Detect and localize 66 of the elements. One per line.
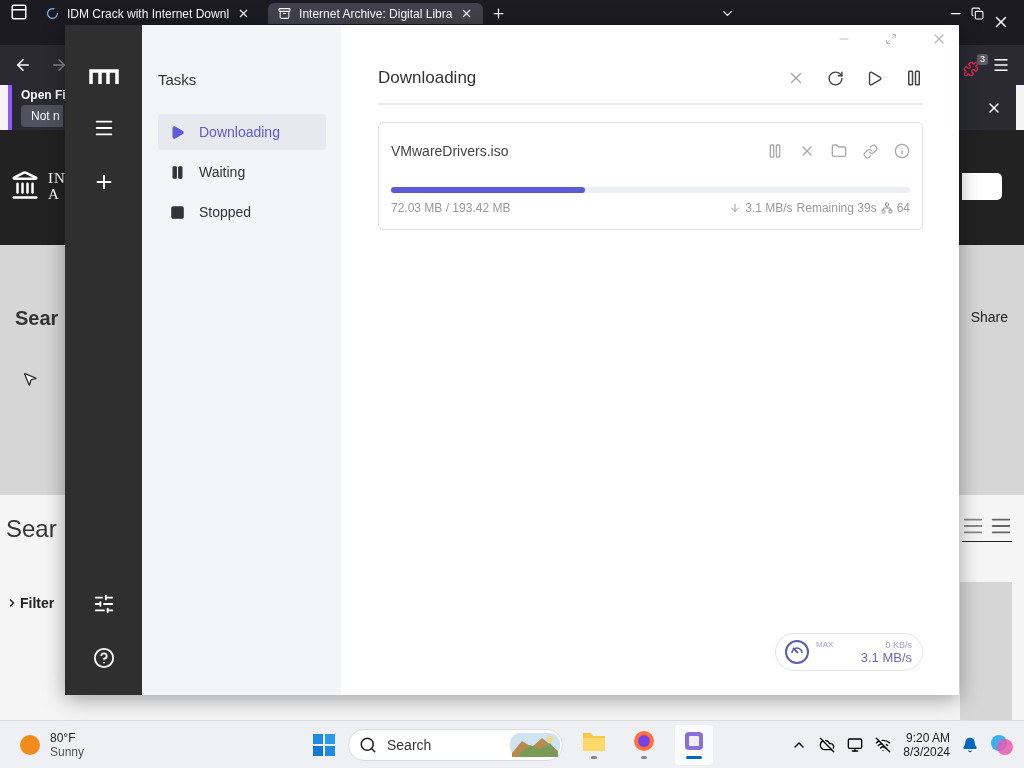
pause-icon[interactable]: [905, 69, 923, 87]
connections-count: 64: [896, 201, 910, 215]
app-logo-icon: [88, 69, 119, 85]
speed-limit-label: MAX: [816, 640, 835, 649]
app-icon: [683, 730, 705, 752]
puzzle-icon[interactable]: [963, 60, 979, 77]
share-link[interactable]: Share: [970, 309, 1008, 325]
taskbar-app[interactable]: [675, 724, 713, 765]
download-speed: 3.1 MB/s: [860, 649, 912, 665]
square-icon: [170, 204, 185, 220]
globe-icon: [633, 730, 655, 752]
results-heading: Sear: [6, 515, 57, 543]
site-logo-text: A: [48, 186, 60, 202]
sidebar-title: Tasks: [158, 71, 198, 88]
wifi-off-icon[interactable]: [875, 736, 892, 753]
filters-toggle[interactable]: Filter: [6, 595, 55, 611]
menu-icon[interactable]: [992, 56, 1010, 74]
archive-icon: [278, 7, 292, 20]
notification-title: Open Fi: [21, 88, 66, 102]
tab-list-icon[interactable]: [10, 3, 28, 21]
section-heading: Sear: [15, 307, 59, 330]
play-icon: [170, 124, 185, 140]
back-icon[interactable]: [14, 56, 32, 74]
speed-text: 3.1 MB/s: [745, 201, 793, 215]
remaining-text: Remaining 39s: [796, 201, 877, 215]
download-arrow-icon: [729, 202, 742, 214]
help-icon[interactable]: [92, 647, 115, 669]
sidebar-item[interactable]: Waiting: [158, 154, 326, 190]
count-badge: 3: [977, 53, 988, 65]
play-icon[interactable]: [866, 69, 883, 87]
upload-speed: 0 KB/s: [885, 639, 912, 650]
browser-tab[interactable]: Internet Archive: Digital Libra: [268, 3, 484, 24]
search-icon: [359, 735, 377, 754]
archive-logo-icon: [10, 170, 40, 200]
site-logo-text: IN: [48, 170, 66, 186]
assistant-icon[interactable]: [990, 732, 1014, 757]
start-icon[interactable]: [312, 732, 336, 757]
temperature: 80°F: [50, 730, 77, 745]
search-input[interactable]: Search: [385, 735, 502, 754]
cloud-off-icon[interactable]: [819, 736, 836, 753]
new-tab-icon[interactable]: [491, 6, 507, 21]
clock-date: 8/3/2024: [903, 744, 950, 759]
pause-icon: [170, 164, 185, 180]
bell-icon[interactable]: [962, 736, 978, 753]
forward-icon[interactable]: [50, 56, 68, 74]
refresh-icon[interactable]: [827, 69, 844, 87]
notification-button[interactable]: Not n: [21, 105, 63, 127]
cursor-icon: [22, 371, 38, 387]
settings-icon[interactable]: [92, 593, 115, 615]
search-bar[interactable]: Search: [348, 728, 563, 761]
restore-icon[interactable]: [971, 7, 984, 20]
sidebar-item[interactable]: Stopped: [158, 194, 326, 230]
sun-icon: [20, 734, 40, 755]
page-title: Downloading: [378, 68, 478, 88]
folder-icon: [582, 730, 606, 752]
monitor-icon[interactable]: [847, 736, 864, 753]
size-text: 72.03 MB / 193.42 MB: [391, 201, 511, 215]
weather-condition: Sunny: [50, 744, 85, 759]
clock-time: 9:20 AM: [905, 730, 950, 745]
connections-icon: [880, 202, 893, 214]
browser-tab[interactable]: IDM Crack with Internet Downl: [36, 3, 261, 24]
gauge-icon: [784, 639, 810, 665]
file-name: VMwareDrivers.iso: [391, 143, 510, 159]
site-search-field[interactable]: [962, 173, 1002, 200]
loading-icon: [46, 7, 59, 20]
sidebar-item[interactable]: Downloading: [158, 114, 326, 150]
